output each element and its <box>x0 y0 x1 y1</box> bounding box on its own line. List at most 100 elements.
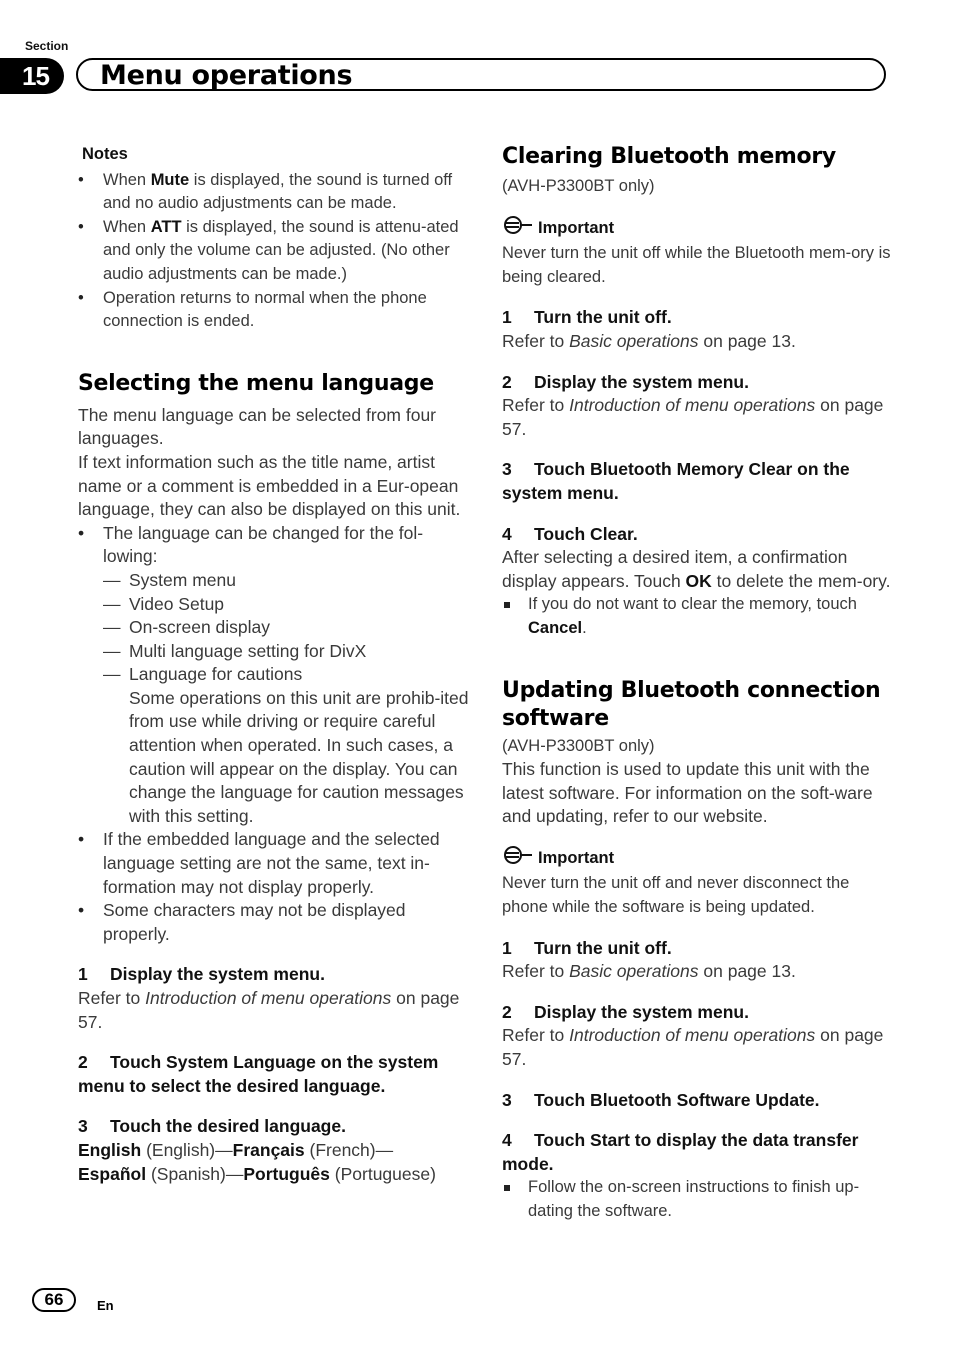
step-heading: 2 Display the system menu. <box>502 1001 894 1025</box>
step-heading: 2 Touch System Language on the system men… <box>78 1051 470 1098</box>
step-reference: Refer to Introduction of menu operations… <box>502 1024 894 1071</box>
step-reference: Refer to Introduction of menu operations… <box>78 987 470 1034</box>
ref-link-text: Basic operations <box>569 330 699 351</box>
bullet-item: Some characters may not be displayed pro… <box>78 899 470 946</box>
ref-text: Refer to <box>502 395 570 416</box>
language-name: Português <box>243 1163 330 1184</box>
language-gloss: (English) <box>146 1139 216 1160</box>
step-number: 3 <box>78 1116 88 1137</box>
important-icon <box>502 845 534 873</box>
step-number: 3 <box>502 1089 512 1110</box>
page-number: 66 <box>32 1288 76 1312</box>
desc-bold: OK <box>685 570 712 591</box>
intro-paragraph: If text information such as the title na… <box>78 451 461 520</box>
ref-link-text: Introduction of menu operations <box>145 988 392 1008</box>
language-name: Español <box>78 1163 147 1184</box>
caution-text: Some operations on this unit are prohib-… <box>129 687 469 826</box>
step-heading: 1 Turn the unit off. <box>502 306 894 330</box>
step-heading: 4 Touch Start to display the data transfe… <box>502 1129 894 1176</box>
ref-text: Refer to <box>502 961 570 982</box>
step-heading: 1 Display the system menu. <box>78 963 470 987</box>
dash-item: System menu <box>78 569 470 593</box>
section-number-tab: 15 <box>0 58 64 94</box>
ref-text: Refer to <box>502 1025 570 1046</box>
step-title: Display the system menu. <box>534 371 749 392</box>
model-note: (AVH-P3300BT only) <box>502 177 655 195</box>
bullet-item: If the embedded language and the selecte… <box>78 828 470 899</box>
step-note: Follow the on-screen instructions to fin… <box>502 1176 894 1223</box>
dash-item: On-screen display <box>78 616 470 640</box>
ref-text: Refer to <box>502 330 570 351</box>
ref-text: Refer to <box>78 988 146 1008</box>
language-list: English (English)—Français (French)— Esp… <box>78 1139 436 1184</box>
desc-text: to delete the mem-ory. <box>711 570 891 591</box>
step-heading: 3 Touch Bluetooth Memory Clear on the sys… <box>502 458 894 505</box>
intro-paragraph: The menu language can be selected from f… <box>78 404 436 449</box>
note-text: If you do not want to clear the memory, … <box>528 595 857 614</box>
dash-item: Language for cautions <box>78 663 470 687</box>
step-number: 2 <box>502 371 512 392</box>
important-text-label: Important <box>538 848 615 867</box>
note-text: Operation returns to normal when the pho… <box>103 288 427 331</box>
note-text: When <box>103 217 151 236</box>
note-bold: Cancel <box>528 618 583 637</box>
step-reference: Refer to Introduction of menu operations… <box>502 394 894 441</box>
step-title: Touch the desired language. <box>110 1116 346 1137</box>
intro-paragraph: This function is used to update this uni… <box>502 759 873 827</box>
important-label: Important <box>502 845 894 873</box>
left-column: Notes When Mute is displayed, the sound … <box>78 143 470 1186</box>
language-name: Français <box>232 1139 305 1160</box>
step-title: Touch Bluetooth Software Update. <box>534 1089 820 1110</box>
note-text: . <box>582 618 587 637</box>
step-note: If you do not want to clear the memory, … <box>502 593 894 640</box>
note-bold: Mute <box>150 170 190 189</box>
important-text: Never turn the unit off while the Blueto… <box>502 244 891 286</box>
important-icon <box>502 215 534 243</box>
language-gloss: (French) <box>309 1139 376 1160</box>
language-name: English <box>78 1139 142 1160</box>
ref-text: on page 13. <box>698 330 796 351</box>
step-number: 2 <box>78 1052 88 1073</box>
step-heading: 1 Turn the unit off. <box>502 937 894 961</box>
model-note: (AVH-P3300BT only) <box>502 736 655 755</box>
step-title: Touch Clear. <box>534 523 638 544</box>
ref-text: on page 13. <box>698 961 796 982</box>
language-code: En <box>97 1298 114 1313</box>
step-title: Display the system menu. <box>534 1001 749 1022</box>
dash-item: Multi language setting for DivX <box>78 640 470 664</box>
note-item: When Mute is displayed, the sound is tur… <box>78 169 470 216</box>
ref-link-text: Introduction of menu operations <box>569 395 816 416</box>
step-number: 1 <box>78 964 88 985</box>
step-title: Touch Bluetooth Memory Clear on the syst… <box>502 459 850 503</box>
section-heading: Selecting the menu language <box>78 370 434 396</box>
section-heading: Clearing Bluetooth memory <box>502 144 836 169</box>
step-description: After selecting a desired item, a confir… <box>502 546 894 593</box>
step-heading: 2 Display the system menu. <box>502 371 894 395</box>
notes-title: Notes <box>82 145 128 163</box>
step-title: Touch Start to display the data transfer… <box>502 1130 859 1174</box>
step-heading: 3 Touch the desired language. <box>78 1115 470 1139</box>
step-title: Display the system menu. <box>110 964 325 985</box>
step-number: 1 <box>502 307 512 328</box>
language-gloss: (Portuguese) <box>334 1163 436 1184</box>
step-title: Turn the unit off. <box>534 307 672 328</box>
note-item: Operation returns to normal when the pho… <box>78 287 470 334</box>
step-title: Turn the unit off. <box>534 937 672 958</box>
important-text-label: Important <box>538 218 615 237</box>
section-heading: Updating Bluetooth connection software <box>502 677 881 731</box>
step-heading: 3 Touch Bluetooth Software Update. <box>502 1089 894 1113</box>
bullet-item: The language can be changed for the fol-… <box>78 522 470 569</box>
ref-link-text: Basic operations <box>569 961 699 982</box>
dash-item: Video Setup <box>78 593 470 617</box>
step-number: 1 <box>502 937 512 958</box>
step-number: 3 <box>502 459 512 480</box>
step-title: Touch System Language on the system menu… <box>78 1052 439 1096</box>
page-title: Menu operations <box>100 60 353 91</box>
step-reference: Refer to Basic operations on page 13. <box>502 330 894 354</box>
note-item: When ATT is displayed, the sound is atte… <box>78 216 470 287</box>
important-label: Important <box>502 215 894 243</box>
section-label: Section <box>25 39 69 53</box>
step-number: 4 <box>502 523 512 544</box>
step-number: 2 <box>502 1001 512 1022</box>
step-heading: 4 Touch Clear. <box>502 523 894 547</box>
